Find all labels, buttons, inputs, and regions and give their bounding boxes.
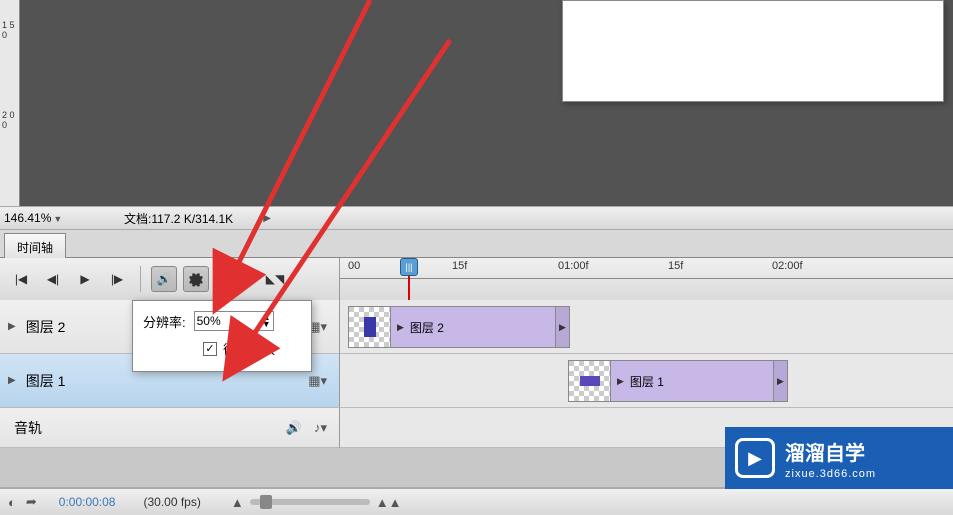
clip-body: ▶ 图层 1 <box>611 373 773 390</box>
time-ruler-area: 00 15f 01:00f 15f 02:00f ||| <box>340 258 953 300</box>
clip-end-handle[interactable]: ▶ <box>773 361 787 401</box>
audio-row[interactable]: 音轨 🔊 ♪▾ <box>0 408 340 448</box>
thumb-swatch <box>364 317 376 337</box>
loop-playback-label: 循环播放 <box>223 339 275 358</box>
settings-gear-button[interactable] <box>183 266 209 292</box>
settings-popup: 分辨率: 50% ▲▼ ✓ 循环播放 <box>132 300 312 372</box>
divider <box>219 266 220 292</box>
zoom-out-icon[interactable]: ▲ <box>231 495 244 510</box>
cut-button[interactable] <box>230 266 256 292</box>
audio-button[interactable]: 🔊 <box>151 266 177 292</box>
track-row[interactable]: ▶ 图层 1 ▶ <box>340 354 953 408</box>
transition-button[interactable]: ◣◥ <box>262 266 288 292</box>
loop-playback-checkbox[interactable]: ✓ <box>203 342 217 356</box>
zoom-slider-thumb[interactable] <box>260 495 272 509</box>
gear-icon <box>188 271 204 287</box>
tab-timeline[interactable]: 时间轴 <box>4 233 66 261</box>
floating-panel[interactable] <box>562 0 944 102</box>
expand-icon[interactable]: ▶ <box>397 322 404 333</box>
dropdown-stepper-icon: ▲▼ <box>262 314 271 328</box>
resolution-select[interactable]: 50% ▲▼ <box>194 311 274 331</box>
track-row[interactable]: ▶ 图层 2 ▶ <box>340 300 953 354</box>
expand-icon[interactable]: ▶ <box>617 376 624 387</box>
status-bar: 146.41%▼ 文档:117.2 K/314.1K ▶ <box>0 206 953 230</box>
expand-icon[interactable]: ▶ <box>8 375 16 386</box>
go-to-start-button[interactable]: |◀ <box>8 266 34 292</box>
resolution-value: 50% <box>197 314 221 328</box>
fps-display: (30.00 fps) <box>143 495 200 509</box>
step-forward-button[interactable]: |▶ <box>104 266 130 292</box>
clip-thumbnail <box>349 307 391 347</box>
work-area-track <box>340 279 953 300</box>
play-arrow-icon[interactable]: ▶ <box>263 213 271 224</box>
ruler-tick: 2 0 0 <box>2 110 19 130</box>
clip[interactable]: ▶ 图层 1 ▶ <box>568 360 788 402</box>
expand-icon[interactable]: ▶ <box>8 321 16 332</box>
play-button[interactable]: ▶ <box>72 266 98 292</box>
clip-thumbnail <box>569 361 611 401</box>
playback-controls: |◀ ◀| ▶ |▶ 🔊 ◣◥ <box>0 258 340 300</box>
panel-tab-bar: 时间轴 <box>0 230 953 258</box>
step-back-button[interactable]: ◀| <box>40 266 66 292</box>
clip-label: 图层 1 <box>630 373 664 390</box>
time-tick: 02:00f <box>772 260 803 272</box>
time-tick: 15f <box>452 260 467 272</box>
layer-name: 图层 1 <box>26 371 308 391</box>
audio-label: 音轨 <box>14 418 286 438</box>
thumb-swatch <box>580 376 600 386</box>
check-icon: ✓ <box>205 342 214 355</box>
watermark: ▶ 溜溜自学 zixue.3d66.com <box>725 427 953 489</box>
clip[interactable]: ▶ 图层 2 ▶ <box>348 306 570 348</box>
scissors-icon <box>234 270 252 288</box>
zoom-slider[interactable] <box>250 499 370 505</box>
bottom-bar: ◐ ➦ 0:00:00:08 (30.00 fps) ▲ ▲▲ <box>0 488 953 515</box>
time-tick: 15f <box>668 260 683 272</box>
divider <box>140 266 141 292</box>
watermark-title: 溜溜自学 <box>785 437 876 466</box>
time-tick: 01:00f <box>558 260 589 272</box>
canvas-area: 1 5 0 2 0 0 <box>0 0 953 206</box>
dropdown-arrow-icon: ▼ <box>53 214 62 224</box>
timecode[interactable]: 0:00:00:08 <box>59 495 116 509</box>
zoom-level[interactable]: 146.41%▼ <box>4 211 94 225</box>
time-tick: 00 <box>348 260 360 272</box>
clip-body: ▶ 图层 2 <box>391 319 555 336</box>
vertical-ruler: 1 5 0 2 0 0 <box>0 0 20 206</box>
watermark-logo-icon: ▶ <box>735 438 775 478</box>
ruler-tick: 1 5 0 <box>2 20 19 40</box>
speaker-icon[interactable]: 🔊 <box>286 420 302 436</box>
document-info: 文档:117.2 K/314.1K <box>124 210 233 227</box>
resolution-label: 分辨率: <box>143 312 186 331</box>
toggle-icon[interactable]: ◐ <box>8 495 16 510</box>
filmstrip-icon[interactable]: ▦▾ <box>308 373 327 389</box>
watermark-url: zixue.3d66.com <box>785 468 876 480</box>
playhead[interactable]: ||| <box>400 258 418 276</box>
share-icon[interactable]: ➦ <box>26 494 37 510</box>
zoom-in-icon[interactable]: ▲▲ <box>376 495 402 510</box>
time-ruler[interactable]: 00 15f 01:00f 15f 02:00f <box>340 258 953 278</box>
clip-end-handle[interactable]: ▶ <box>555 307 569 347</box>
clip-label: 图层 2 <box>410 319 444 336</box>
zoom-controls: ▲ ▲▲ <box>231 495 402 510</box>
music-note-icon[interactable]: ♪▾ <box>314 420 327 436</box>
